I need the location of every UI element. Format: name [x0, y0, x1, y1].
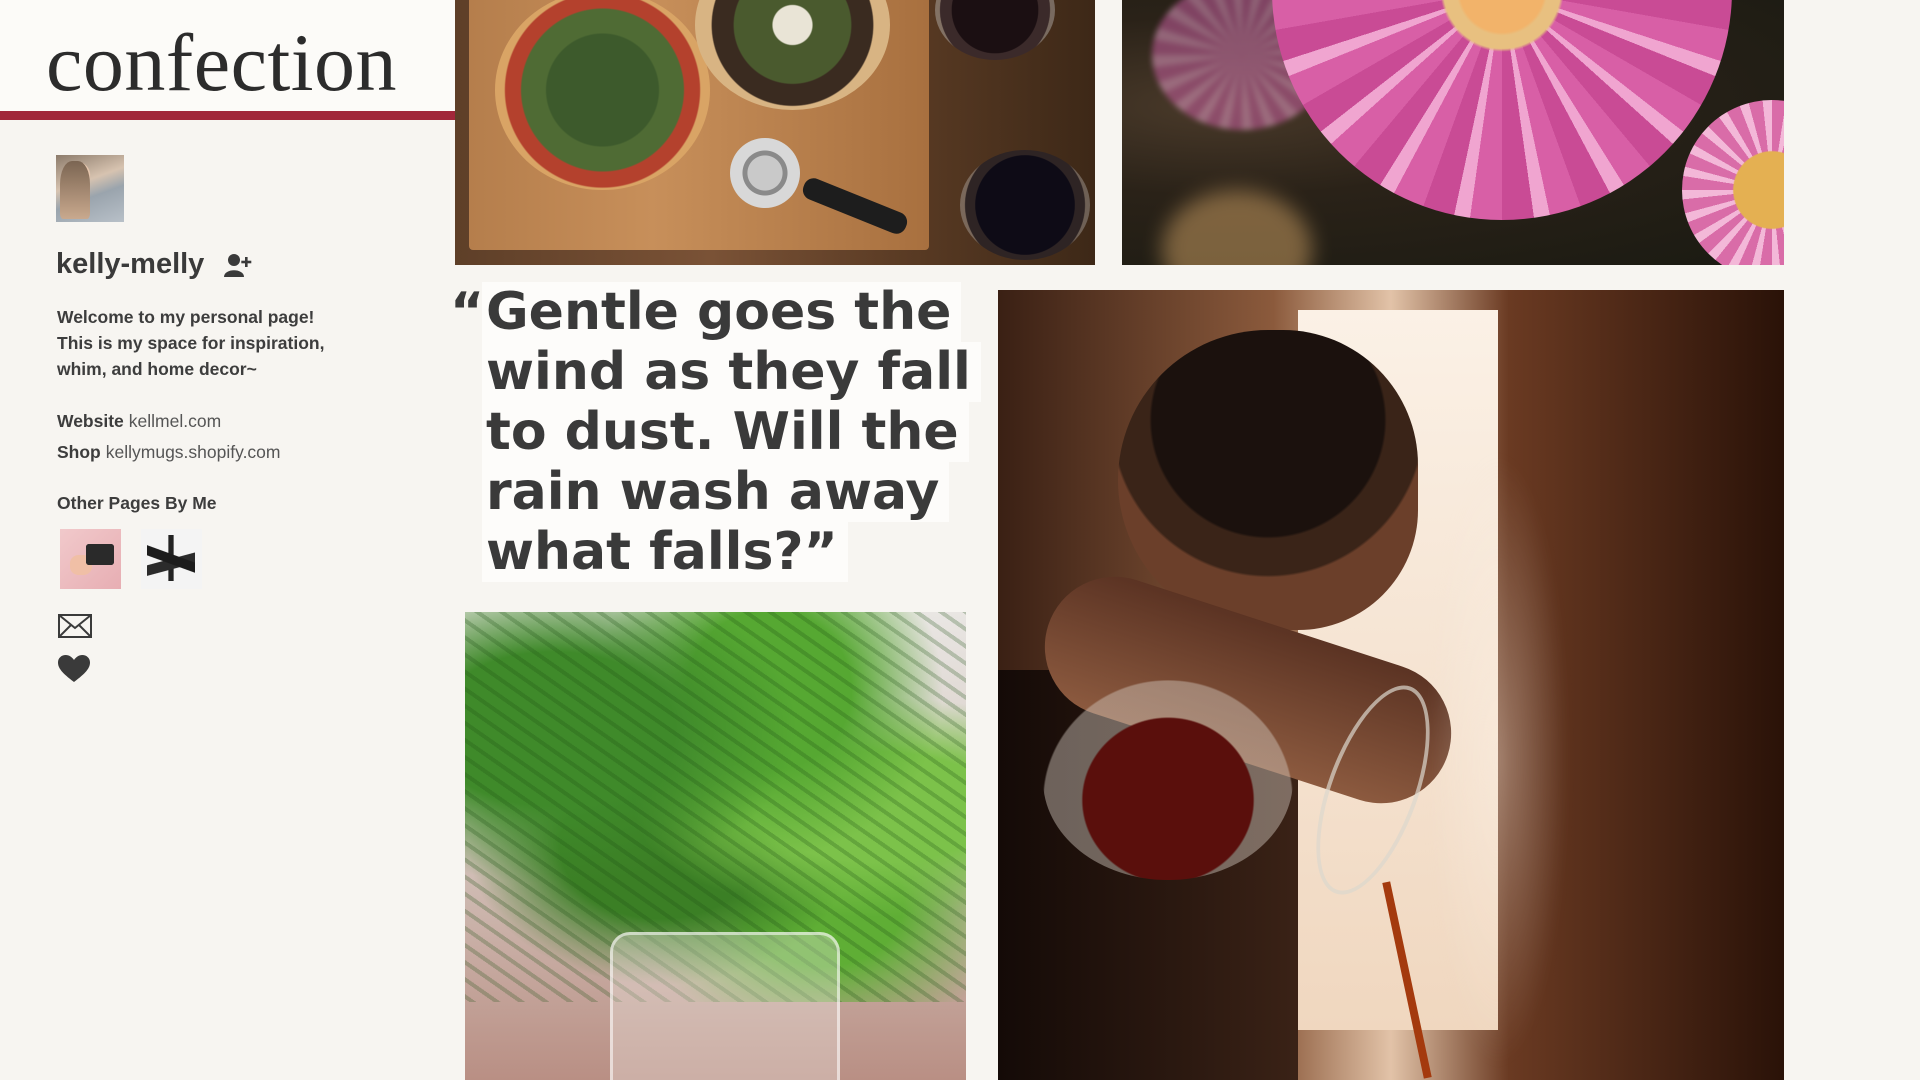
heart-icon[interactable]: [58, 655, 90, 683]
photo-flower[interactable]: [1122, 0, 1784, 265]
other-pages-label: Other Pages By Me: [57, 493, 217, 513]
quote-line-text: wind as they fall: [482, 342, 981, 402]
avatar[interactable]: [56, 155, 124, 222]
wine-glass: [935, 0, 1055, 60]
website-link[interactable]: kellmel.com: [129, 411, 221, 431]
quote-block: “ Gentle goes the wind as they fall to d…: [450, 282, 981, 582]
quote-line: what falls?”: [450, 522, 970, 582]
background-blur: [1162, 190, 1312, 265]
chrysanthemum: [1272, 0, 1732, 220]
steam: [1428, 450, 1568, 1070]
website-row: Website kellmel.com: [57, 411, 221, 432]
other-page-thumb-street-sign[interactable]: [141, 529, 202, 589]
photo-fern[interactable]: [465, 612, 966, 1080]
pizza-cutter: [730, 138, 800, 208]
bio-line: This is my space for inspiration,: [57, 333, 325, 353]
quote-line: wind as they fall: [450, 342, 981, 402]
bio: Welcome to my personal page! This is my …: [57, 304, 347, 382]
quote-line-text: rain wash away: [482, 462, 950, 522]
quote-line-text: to dust. Will the: [482, 402, 969, 462]
username[interactable]: kelly-melly: [56, 248, 204, 281]
quote-line: rain wash away: [450, 462, 970, 522]
website-label: Website: [57, 411, 124, 431]
bio-line: whim, and home decor~: [57, 359, 257, 379]
photo-pizza[interactable]: [455, 0, 1095, 265]
photo-coffee-pour[interactable]: [998, 290, 1784, 1080]
glass-jar: [610, 932, 840, 1080]
quote-line: Gentle goes the: [450, 282, 970, 342]
quote-open-mark: “: [450, 282, 485, 342]
other-page-thumb-camera[interactable]: [60, 529, 121, 589]
quote-line: to dust. Will the: [450, 402, 970, 462]
wine-glass: [960, 150, 1090, 260]
shop-link[interactable]: kellymugs.shopify.com: [106, 442, 281, 462]
site-header: confection: [0, 0, 455, 120]
person-head: [1118, 330, 1418, 630]
follow-user-icon[interactable]: [224, 252, 252, 278]
quote-line-text: Gentle goes the: [482, 282, 962, 342]
site-title[interactable]: confection: [46, 18, 397, 108]
shop-label: Shop: [57, 442, 101, 462]
coffee-carafe: [1043, 680, 1293, 880]
mail-icon[interactable]: [58, 614, 92, 638]
bio-line: Welcome to my personal page!: [57, 307, 315, 327]
shop-row: Shop kellymugs.shopify.com: [57, 442, 281, 463]
flower-bud: [1682, 100, 1784, 265]
page: confection kelly-melly Welcome to my per…: [0, 0, 1920, 1080]
quote-line-text: what falls?”: [482, 522, 848, 582]
